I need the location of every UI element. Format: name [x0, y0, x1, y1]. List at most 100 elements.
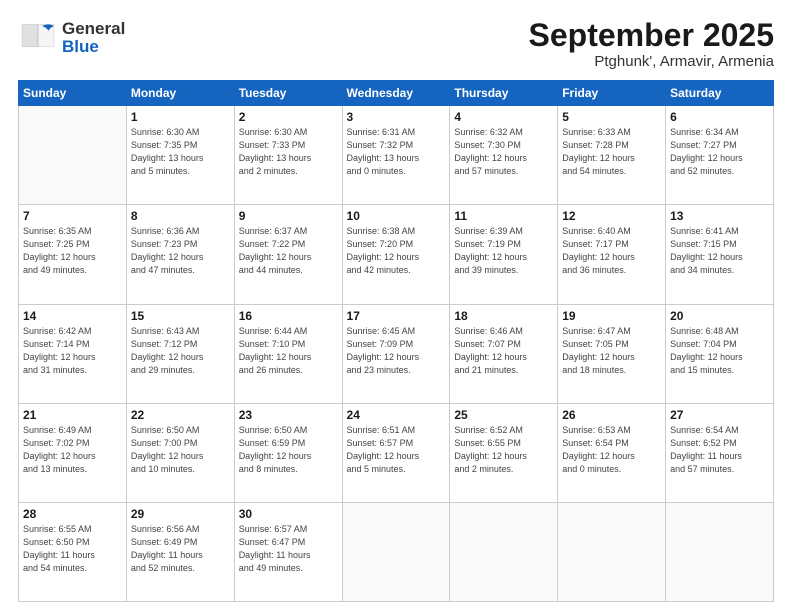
day-number: 24 — [347, 408, 446, 422]
table-row: 4Sunrise: 6:32 AM Sunset: 7:30 PM Daylig… — [450, 106, 558, 205]
table-row — [450, 502, 558, 601]
title-block: September 2025 Ptghunk', Armavir, Armeni… — [529, 18, 774, 70]
table-row: 29Sunrise: 6:56 AM Sunset: 6:49 PM Dayli… — [126, 502, 234, 601]
day-info: Sunrise: 6:43 AM Sunset: 7:12 PM Dayligh… — [131, 325, 230, 377]
day-number: 18 — [454, 309, 553, 323]
table-row: 7 Sunrise: 6:35 AM Sunset: 7:25 PM Daylig… — [19, 205, 127, 304]
logo-text: General Blue — [62, 20, 125, 56]
day-number: 17 — [347, 309, 446, 323]
table-row: 19 Sunrise: 6:47 AM Sunset: 7:05 PM Dayli… — [558, 304, 666, 403]
day-info: Sunrise: 6:34 AM Sunset: 7:27 PM Dayligh… — [670, 126, 769, 178]
table-row: 5 Sunrise: 6:33 AM Sunset: 7:28 PM Daylig… — [558, 106, 666, 205]
table-row: 21Sunrise: 6:49 AM Sunset: 7:02 PM Dayli… — [19, 403, 127, 502]
col-monday: Monday — [126, 81, 234, 106]
day-info: Sunrise: 6:57 AM Sunset: 6:47 PM Dayligh… — [239, 523, 338, 575]
day-info: Sunrise: 6:50 AM Sunset: 6:59 PM Dayligh… — [239, 424, 338, 476]
table-row — [342, 502, 450, 601]
col-sunday: Sunday — [19, 81, 127, 106]
calendar-table: Sunday Monday Tuesday Wednesday Thursday… — [18, 80, 774, 602]
table-row: 18 Sunrise: 6:46 AM Sunset: 7:07 PM Dayli… — [450, 304, 558, 403]
day-number: 1 — [131, 110, 230, 124]
table-row: 24 Sunrise: 6:51 AM Sunset: 6:57 PM Dayli… — [342, 403, 450, 502]
day-info: Sunrise: 6:37 AM Sunset: 7:22 PM Dayligh… — [239, 225, 338, 277]
day-info: Sunrise: 6:44 AM Sunset: 7:10 PM Dayligh… — [239, 325, 338, 377]
day-number: 30 — [239, 507, 338, 521]
day-info: Sunrise: 6:53 AM Sunset: 6:54 PM Dayligh… — [562, 424, 661, 476]
logo-icon — [18, 18, 58, 58]
day-info: Sunrise: 6:42 AM Sunset: 7:14 PM Dayligh… — [23, 325, 122, 377]
day-info: Sunrise: 6:41 AM Sunset: 7:15 PM Dayligh… — [670, 225, 769, 277]
table-row: 26 Sunrise: 6:53 AM Sunset: 6:54 PM Dayli… — [558, 403, 666, 502]
table-row: 1 Sunrise: 6:30 AM Sunset: 7:35 PM Daylig… — [126, 106, 234, 205]
day-number: 4 — [454, 110, 553, 124]
day-info: Sunrise: 6:39 AM Sunset: 7:19 PM Dayligh… — [454, 225, 553, 277]
table-row: 10Sunrise: 6:38 AM Sunset: 7:20 PM Dayli… — [342, 205, 450, 304]
day-number: 6 — [670, 110, 769, 124]
day-number: 25 — [454, 408, 553, 422]
day-info: Sunrise: 6:30 AM Sunset: 7:33 PM Dayligh… — [239, 126, 338, 178]
day-info: Sunrise: 6:51 AM Sunset: 6:57 PM Dayligh… — [347, 424, 446, 476]
day-info: Sunrise: 6:33 AM Sunset: 7:28 PM Dayligh… — [562, 126, 661, 178]
table-row: 9 Sunrise: 6:37 AM Sunset: 7:22 PM Daylig… — [234, 205, 342, 304]
day-number: 21 — [23, 408, 122, 422]
table-row: 23 Sunrise: 6:50 AM Sunset: 6:59 PM Dayli… — [234, 403, 342, 502]
day-number: 2 — [239, 110, 338, 124]
day-number: 8 — [131, 209, 230, 223]
table-row: 22 Sunrise: 6:50 AM Sunset: 7:00 PM Dayli… — [126, 403, 234, 502]
day-number: 22 — [131, 408, 230, 422]
day-number: 11 — [454, 209, 553, 223]
day-info: Sunrise: 6:31 AM Sunset: 7:32 PM Dayligh… — [347, 126, 446, 178]
day-info: Sunrise: 6:50 AM Sunset: 7:00 PM Dayligh… — [131, 424, 230, 476]
table-row: 13 Sunrise: 6:41 AM Sunset: 7:15 PM Dayli… — [666, 205, 774, 304]
table-row: 2 Sunrise: 6:30 AM Sunset: 7:33 PM Daylig… — [234, 106, 342, 205]
calendar-title: September 2025 — [529, 18, 774, 53]
day-number: 28 — [23, 507, 122, 521]
col-friday: Friday — [558, 81, 666, 106]
day-info: Sunrise: 6:46 AM Sunset: 7:07 PM Dayligh… — [454, 325, 553, 377]
day-info: Sunrise: 6:35 AM Sunset: 7:25 PM Dayligh… — [23, 225, 122, 277]
day-info: Sunrise: 6:36 AM Sunset: 7:23 PM Dayligh… — [131, 225, 230, 277]
calendar-week-3: 21Sunrise: 6:49 AM Sunset: 7:02 PM Dayli… — [19, 403, 774, 502]
day-info: Sunrise: 6:38 AM Sunset: 7:20 PM Dayligh… — [347, 225, 446, 277]
day-number: 29 — [131, 507, 230, 521]
table-row: 15 Sunrise: 6:43 AM Sunset: 7:12 PM Dayli… — [126, 304, 234, 403]
table-row: 16Sunrise: 6:44 AM Sunset: 7:10 PM Dayli… — [234, 304, 342, 403]
table-row: 12Sunrise: 6:40 AM Sunset: 7:17 PM Dayli… — [558, 205, 666, 304]
table-row: 17Sunrise: 6:45 AM Sunset: 7:09 PM Dayli… — [342, 304, 450, 403]
calendar-week-2: 14Sunrise: 6:42 AM Sunset: 7:14 PM Dayli… — [19, 304, 774, 403]
day-number: 5 — [562, 110, 661, 124]
table-row: 28 Sunrise: 6:55 AM Sunset: 6:50 PM Dayli… — [19, 502, 127, 601]
day-info: Sunrise: 6:55 AM Sunset: 6:50 PM Dayligh… — [23, 523, 122, 575]
day-number: 19 — [562, 309, 661, 323]
day-number: 7 — [23, 209, 122, 223]
calendar-subtitle: Ptghunk', Armavir, Armenia — [529, 53, 774, 70]
calendar-week-0: 1 Sunrise: 6:30 AM Sunset: 7:35 PM Daylig… — [19, 106, 774, 205]
table-row: 27Sunrise: 6:54 AM Sunset: 6:52 PM Dayli… — [666, 403, 774, 502]
calendar-week-4: 28 Sunrise: 6:55 AM Sunset: 6:50 PM Dayli… — [19, 502, 774, 601]
table-row — [19, 106, 127, 205]
day-info: Sunrise: 6:30 AM Sunset: 7:35 PM Dayligh… — [131, 126, 230, 178]
day-number: 13 — [670, 209, 769, 223]
table-row: 3 Sunrise: 6:31 AM Sunset: 7:32 PM Daylig… — [342, 106, 450, 205]
calendar-week-1: 7 Sunrise: 6:35 AM Sunset: 7:25 PM Daylig… — [19, 205, 774, 304]
table-row — [558, 502, 666, 601]
day-number: 12 — [562, 209, 661, 223]
col-wednesday: Wednesday — [342, 81, 450, 106]
day-number: 15 — [131, 309, 230, 323]
day-info: Sunrise: 6:52 AM Sunset: 6:55 PM Dayligh… — [454, 424, 553, 476]
logo: General Blue — [18, 18, 125, 58]
table-row: 11 Sunrise: 6:39 AM Sunset: 7:19 PM Dayli… — [450, 205, 558, 304]
table-row: 6 Sunrise: 6:34 AM Sunset: 7:27 PM Daylig… — [666, 106, 774, 205]
header: General Blue September 2025 Ptghunk', Ar… — [18, 18, 774, 70]
day-number: 23 — [239, 408, 338, 422]
table-row: 25 Sunrise: 6:52 AM Sunset: 6:55 PM Dayli… — [450, 403, 558, 502]
day-number: 9 — [239, 209, 338, 223]
day-info: Sunrise: 6:48 AM Sunset: 7:04 PM Dayligh… — [670, 325, 769, 377]
table-row: 8 Sunrise: 6:36 AM Sunset: 7:23 PM Daylig… — [126, 205, 234, 304]
day-number: 26 — [562, 408, 661, 422]
col-thursday: Thursday — [450, 81, 558, 106]
day-info: Sunrise: 6:54 AM Sunset: 6:52 PM Dayligh… — [670, 424, 769, 476]
day-number: 3 — [347, 110, 446, 124]
table-row — [666, 502, 774, 601]
day-info: Sunrise: 6:47 AM Sunset: 7:05 PM Dayligh… — [562, 325, 661, 377]
